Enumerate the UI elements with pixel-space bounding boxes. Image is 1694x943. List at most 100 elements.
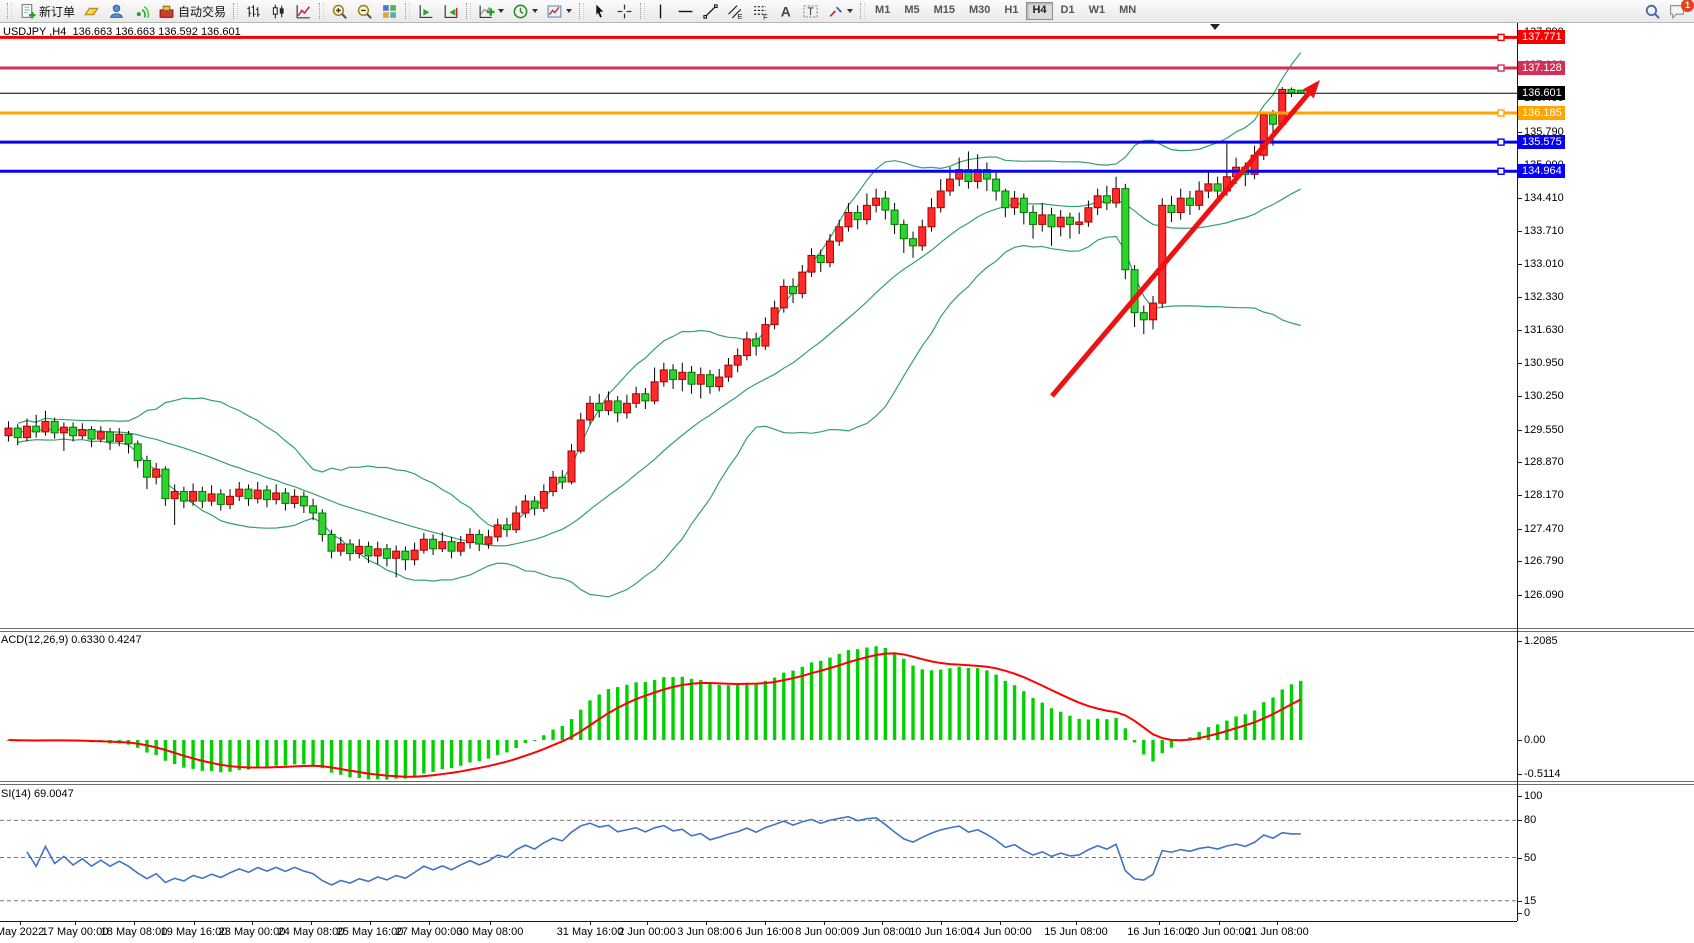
time-axis-label: 3 Jun 08:00	[677, 926, 735, 938]
hline-price-label[interactable]: 136.185	[1518, 106, 1565, 120]
toolbar-grip	[405, 3, 410, 19]
quotes-button[interactable]	[79, 1, 104, 21]
rsi-tick-mark	[1517, 913, 1522, 914]
timeframe-w1-button[interactable]: W1	[1083, 2, 1112, 20]
auto-scroll-icon	[417, 3, 434, 20]
zoom-out-icon	[356, 3, 373, 20]
equidistant-channel-icon: E	[727, 3, 744, 20]
rsi-panel[interactable]	[0, 785, 1517, 921]
zoom-in-button[interactable]	[327, 1, 352, 21]
toolbar-grip	[579, 3, 584, 19]
line-chart-button[interactable]	[291, 1, 316, 21]
time-axis-label: 20 Jun 00:00	[1187, 926, 1251, 938]
auto-trading-button[interactable]: 自动交易	[154, 1, 230, 21]
timeframe-h1-button[interactable]: H1	[998, 2, 1024, 20]
current-price-label: 136.601	[1518, 86, 1565, 100]
time-tick-mark	[590, 921, 591, 925]
price-chart[interactable]	[0, 23, 1517, 628]
rsi-tick-mark	[1517, 820, 1522, 821]
timeframe-mn-button[interactable]: MN	[1113, 2, 1142, 20]
rsi-level-label: 50	[1524, 853, 1536, 864]
timeframe-d1-button[interactable]: D1	[1055, 2, 1081, 20]
notifications-button[interactable]: 1	[1665, 1, 1690, 21]
timeframe-h4-button[interactable]: H4	[1026, 2, 1052, 20]
time-tick-mark	[1159, 921, 1160, 925]
price-tick-label: 130.250	[1524, 391, 1564, 402]
rsi-level-label: 80	[1524, 815, 1536, 826]
rsi-tick-mark	[1517, 858, 1522, 859]
dropdown-caret-icon[interactable]	[566, 9, 572, 13]
market-watch-button[interactable]	[104, 1, 129, 21]
auto-scroll-button[interactable]	[413, 1, 438, 21]
indicators-icon	[478, 3, 495, 20]
candlestick-chart-button[interactable]	[266, 1, 291, 21]
rsi-tick-mark	[1517, 901, 1522, 902]
zoom-out-button[interactable]	[352, 1, 377, 21]
price-tick-label: 128.870	[1524, 457, 1564, 468]
price-tick-label: 132.330	[1524, 292, 1564, 303]
vertical-line-button[interactable]	[648, 1, 673, 21]
macd-tick-mark	[1517, 641, 1522, 642]
rsi-level-label: 100	[1524, 791, 1542, 802]
search-button[interactable]	[1640, 1, 1665, 21]
macd-tick-mark	[1517, 774, 1522, 775]
crosshair-button[interactable]	[612, 1, 637, 21]
time-axis-label: May 2022	[0, 926, 44, 938]
time-axis-label: 30 May 08:00	[457, 926, 524, 938]
hline-price-label[interactable]: 137.128	[1518, 61, 1565, 75]
price-tick-label: 133.710	[1524, 226, 1564, 237]
signals-button[interactable]	[129, 1, 154, 21]
rsi-tick-mark	[1517, 796, 1522, 797]
new-order-button[interactable]: 新订单	[15, 1, 79, 21]
macd-panel[interactable]	[0, 632, 1517, 781]
price-tick-label: 133.010	[1524, 259, 1564, 270]
tile-windows-button[interactable]	[377, 1, 402, 21]
hline-price-label[interactable]: 137.771	[1518, 30, 1565, 44]
timeframe-m30-button[interactable]: M30	[963, 2, 996, 20]
indicators-button[interactable]	[474, 1, 508, 21]
time-axis-label: 9 Jun 08:00	[853, 926, 911, 938]
chart-shift-marker[interactable]	[1210, 24, 1220, 30]
price-tick-mark	[1517, 198, 1522, 199]
price-axis-line	[1517, 23, 1518, 921]
timeframe-m15-button[interactable]: M15	[928, 2, 961, 20]
dropdown-caret-icon[interactable]	[847, 9, 853, 13]
cursor-button[interactable]	[587, 1, 612, 21]
equidistant-channel-button[interactable]: E	[723, 1, 748, 21]
svg-text:F: F	[763, 12, 768, 20]
text-label-button[interactable]: T	[798, 1, 823, 21]
hline-price-label[interactable]: 134.964	[1518, 164, 1565, 178]
toolbar-grip	[640, 3, 645, 19]
price-tick-label: 126.790	[1524, 556, 1564, 567]
time-tick-mark	[311, 921, 312, 925]
horizontal-line-button[interactable]	[673, 1, 698, 21]
dropdown-caret-icon[interactable]	[532, 9, 538, 13]
price-tick-mark	[1517, 595, 1522, 596]
price-tick-label: 126.090	[1524, 590, 1564, 601]
price-tick-mark	[1517, 462, 1522, 463]
templates-button[interactable]	[542, 1, 576, 21]
templates-icon	[546, 3, 563, 20]
hline-price-label[interactable]: 135.575	[1518, 135, 1565, 149]
timeframe-m5-button[interactable]: M5	[898, 2, 925, 20]
toolbar: 新订单 自动交易 E F AT M1M5M15M30H1H4D1W1MN 1	[0, 0, 1694, 23]
time-tick-mark	[1000, 921, 1001, 925]
chart-shift-button[interactable]	[438, 1, 463, 21]
price-tick-label: 131.630	[1524, 325, 1564, 336]
trendline-button[interactable]	[698, 1, 723, 21]
text-button[interactable]: A	[773, 1, 798, 21]
mt4-window: 新订单自动交易EFATM1M5M15M30H1H4D1W1MN1 USDJPY …	[0, 0, 1694, 943]
fibonacci-button[interactable]: F	[748, 1, 773, 21]
price-tick-label: 129.550	[1524, 425, 1564, 436]
text-icon: A	[777, 3, 794, 20]
price-tick-mark	[1517, 529, 1522, 530]
arrows-button[interactable]	[823, 1, 857, 21]
bar-chart-button[interactable]	[241, 1, 266, 21]
timeframe-m1-button[interactable]: M1	[869, 2, 896, 20]
dropdown-caret-icon[interactable]	[498, 9, 504, 13]
zoom-in-icon	[331, 3, 348, 20]
time-axis-label: 31 May 16:00	[557, 926, 624, 938]
new-order-icon	[19, 3, 36, 20]
periods-button[interactable]	[508, 1, 542, 21]
time-tick-mark	[882, 921, 883, 925]
